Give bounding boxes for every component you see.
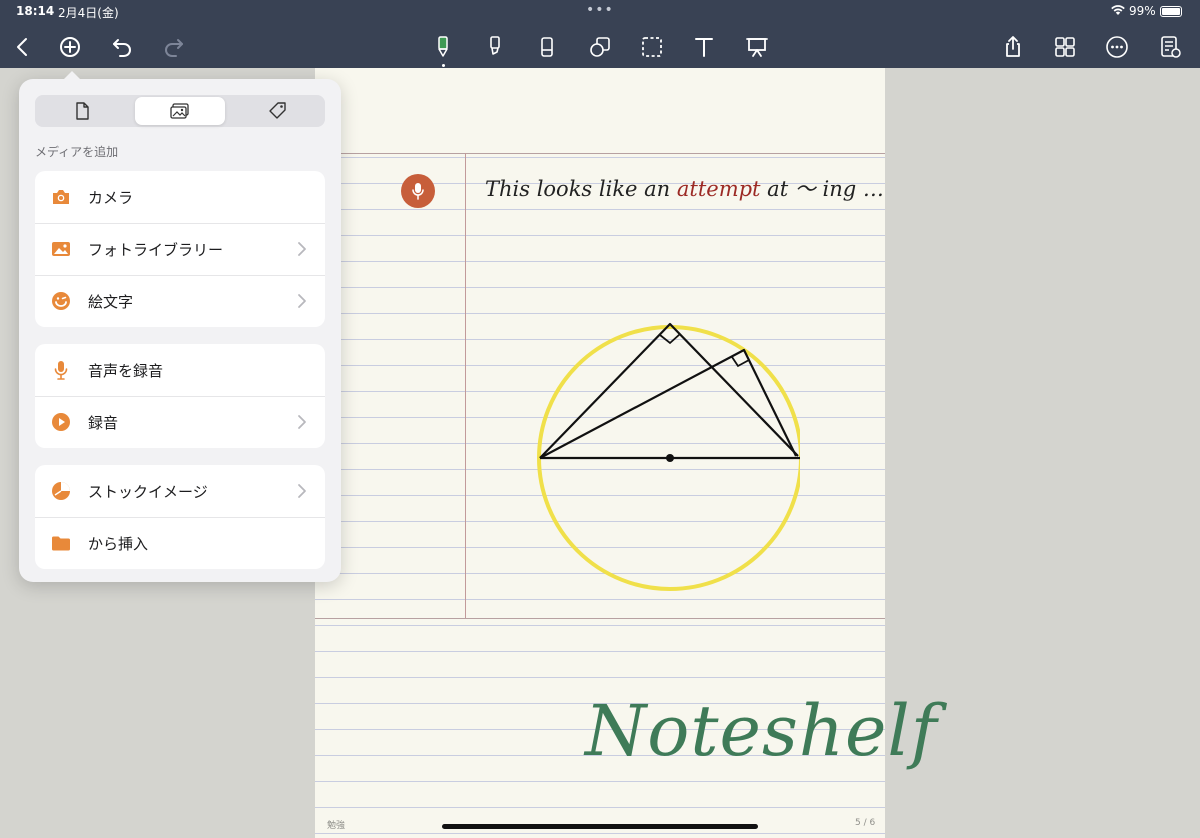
tab-tags[interactable]	[233, 97, 323, 125]
battery-icon	[1160, 6, 1182, 17]
page-top-margin	[315, 68, 885, 152]
media-icon	[170, 103, 189, 119]
page-footer-title: 勉強	[327, 821, 346, 831]
page-number: 5 / 6	[855, 818, 876, 828]
media-group-import: ストックイメージ から挿入	[35, 465, 325, 569]
status-bar: 18:14 2月4日(金) ••• 99%	[0, 0, 1200, 24]
add-media-popover: メディアを追加 カメラ フォトライブラリー 絵文字 音声を録音 録音 ストックイ…	[19, 71, 341, 582]
chevron-right-icon	[298, 415, 306, 429]
chevron-right-icon	[298, 242, 306, 256]
page-icon	[76, 102, 89, 120]
right-angle-2	[731, 356, 750, 368]
status-date: 2月4日(金)	[58, 6, 119, 20]
grid-icon[interactable]	[1050, 32, 1080, 62]
divider	[315, 618, 885, 619]
menu-item-label: 録音	[88, 414, 119, 432]
handwriting-after: at ～ ing …	[760, 177, 884, 201]
undo-icon[interactable]	[107, 32, 137, 62]
shapes-icon[interactable]	[585, 32, 615, 62]
back-icon[interactable]	[8, 32, 38, 62]
microphone-icon	[412, 183, 424, 200]
more-icon[interactable]	[1102, 32, 1132, 62]
notebook-page[interactable]: This looks like an attempt at ～ ing … No…	[315, 68, 937, 838]
battery-percent: 99%	[1129, 4, 1156, 18]
play-recording-icon	[51, 412, 71, 432]
status-time: 18:14	[16, 4, 55, 18]
menu-item-insert-from-files[interactable]: から挿入	[35, 517, 325, 569]
brand-handwriting: Noteshelf	[585, 690, 938, 772]
menu-item-label: 絵文字	[88, 293, 134, 311]
tab-page[interactable]	[37, 97, 127, 125]
popover-arrow	[63, 71, 81, 80]
media-group-audio: 音声を録音 録音	[35, 344, 325, 448]
handwritten-text: This looks like an attempt at ～ ing …	[485, 173, 884, 203]
folder-icon	[51, 533, 71, 553]
menu-item-recordings[interactable]: 録音	[35, 396, 325, 448]
chevron-right-icon	[298, 484, 306, 498]
audio-recording-badge[interactable]	[401, 174, 435, 208]
presenter-icon[interactable]	[742, 32, 772, 62]
margin-line	[465, 153, 466, 618]
handwriting-highlight: attempt	[676, 177, 761, 201]
menu-item-label: 音声を録音	[88, 362, 164, 380]
tag-icon	[269, 102, 286, 119]
center-point	[666, 454, 674, 462]
highlighter-icon[interactable]	[480, 32, 510, 62]
divider	[315, 153, 885, 154]
menu-item-label: から挿入	[88, 535, 149, 553]
section-title: メディアを追加	[35, 145, 119, 159]
menu-item-label: カメラ	[88, 189, 134, 207]
menu-item-camera[interactable]: カメラ	[35, 171, 325, 223]
tab-media[interactable]	[135, 97, 225, 125]
wifi-icon	[1110, 4, 1126, 19]
stock-image-icon	[51, 481, 71, 501]
chevron-right-icon	[298, 294, 306, 308]
right-angle-1	[659, 333, 681, 345]
text-icon[interactable]	[689, 32, 719, 62]
menu-item-label: フォトライブラリー	[88, 241, 224, 259]
menu-item-photo-library[interactable]: フォトライブラリー	[35, 223, 325, 275]
home-indicator[interactable]	[442, 824, 758, 829]
lasso-icon[interactable]	[637, 32, 667, 62]
popover-segmented-control	[35, 95, 325, 127]
media-group-capture: カメラ フォトライブラリー 絵文字	[35, 171, 325, 327]
emoji-icon	[51, 291, 71, 311]
multitasking-dots-icon[interactable]: •••	[586, 2, 614, 18]
menu-item-label: ストックイメージ	[88, 483, 208, 501]
geometry-drawing[interactable]	[520, 308, 800, 598]
menu-item-record-audio[interactable]: 音声を録音	[35, 344, 325, 396]
redo-icon[interactable]	[159, 32, 189, 62]
handwriting-before: This looks like an	[485, 177, 677, 201]
microphone-icon	[51, 360, 71, 380]
share-icon[interactable]	[998, 32, 1028, 62]
camera-icon	[51, 187, 71, 207]
notebook-settings-icon[interactable]	[1155, 32, 1185, 62]
add-icon[interactable]	[55, 32, 85, 62]
toolbar	[0, 24, 1200, 68]
photo-library-icon	[51, 239, 71, 259]
pen-icon[interactable]	[428, 32, 458, 67]
menu-item-emoji[interactable]: 絵文字	[35, 275, 325, 327]
menu-item-stock-images[interactable]: ストックイメージ	[35, 465, 325, 517]
eraser-icon[interactable]	[532, 32, 562, 62]
